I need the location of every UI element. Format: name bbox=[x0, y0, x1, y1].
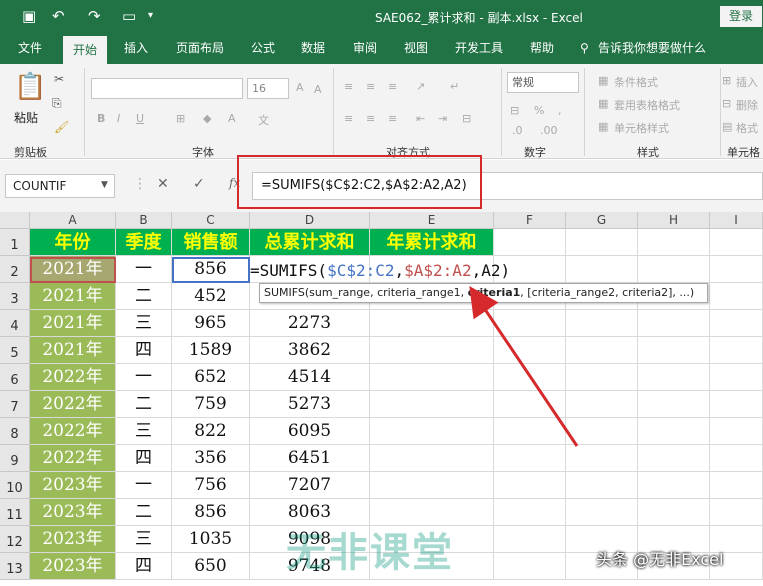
annotation-arrow bbox=[469, 286, 579, 447]
watermark-logo: 无非课堂 bbox=[286, 530, 454, 576]
credit-text: 头条 @无非Excel bbox=[596, 550, 724, 569]
